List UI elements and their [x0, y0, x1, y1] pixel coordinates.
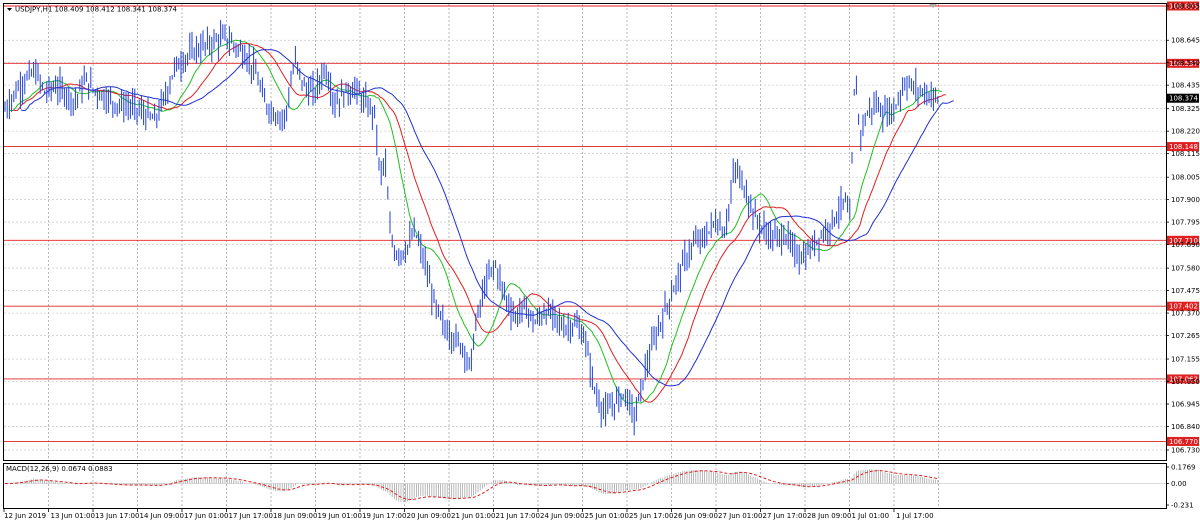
price-tick-label: 108.005 [1171, 174, 1200, 182]
time-tick-label: 21 Jun 17:00 [496, 512, 540, 520]
price-tick-label: 108.645 [1171, 37, 1200, 45]
level-label: 106.770 [1169, 438, 1198, 446]
price-tick-label: 107.900 [1171, 196, 1200, 204]
time-tick-label: 13 Jun 17:00 [95, 512, 139, 520]
time-tick-label: 17 Jun 17:00 [229, 512, 273, 520]
chart-header: USDJPY,H1 108.409 108.412 108.341 108.37… [15, 6, 178, 14]
price-tick-label: 107.580 [1171, 265, 1200, 273]
price-tick-label: 106.730 [1171, 447, 1200, 455]
price-tick-label: 106.945 [1171, 400, 1200, 408]
time-tick-label: 20 Jun 09:00 [407, 512, 451, 520]
time-tick-label: 14 Jun 09:00 [140, 512, 184, 520]
time-tick-label: 28 Jun 09:00 [807, 512, 851, 520]
price-tick-label: 107.370 [1171, 310, 1200, 318]
time-tick-label: 21 Jun 01:00 [451, 512, 495, 520]
time-tick-label: 18 Jun 09:00 [273, 512, 317, 520]
time-tick-label: 25 Jun 01:00 [585, 512, 629, 520]
price-tick-label: 107.795 [1171, 219, 1200, 227]
time-tick-label: 25 Jun 17:00 [629, 512, 673, 520]
price-tick-label: 108.220 [1171, 128, 1200, 136]
time-tick-label: 1 Jul 17:00 [896, 512, 934, 520]
macd-tick-label: 0.00 [1171, 480, 1187, 488]
bid-label: 108.374 [1169, 95, 1198, 103]
time-tick-label: 27 Jun 01:00 [718, 512, 762, 520]
time-tick-label: 19 Jun 17:00 [362, 512, 406, 520]
time-tick-label: 27 Jun 17:00 [763, 512, 807, 520]
trading-chart[interactable]: 108.805108.537108.148107.710107.402107.0… [0, 0, 1200, 523]
macd-header: MACD(12,26,9) 0.0674 0.0883 [6, 465, 113, 473]
price-tick-label: 106.840 [1171, 423, 1200, 431]
price-tick-label: 108.540 [1171, 59, 1200, 67]
price-tick-label: 108.435 [1171, 82, 1200, 90]
time-tick-label: 24 Jun 09:00 [540, 512, 584, 520]
time-tick-label: 19 Jun 01:00 [318, 512, 362, 520]
time-tick-label: 1 Jul 01:00 [852, 512, 890, 520]
price-tick-label: 107.050 [1171, 378, 1200, 386]
price-tick-label: 107.690 [1171, 241, 1200, 249]
price-tick-label: 108.325 [1171, 105, 1200, 113]
macd-tick-label: 0.1769 [1171, 464, 1196, 472]
price-tick-label: 108.115 [1171, 150, 1200, 158]
time-tick-label: 17 Jun 01:00 [184, 512, 228, 520]
price-tick-label: 107.155 [1171, 356, 1200, 364]
time-tick-label: 12 Jun 2019 [4, 512, 46, 520]
macd-tick-label: -0.231 [1171, 502, 1194, 510]
price-tick-label: 107.475 [1171, 287, 1200, 295]
price-tick-label: 107.265 [1171, 332, 1200, 340]
price-tick-label: 108.805 [1171, 3, 1200, 11]
time-tick-label: 26 Jun 09:00 [674, 512, 718, 520]
time-tick-label: 13 Jun 01:00 [51, 512, 95, 520]
